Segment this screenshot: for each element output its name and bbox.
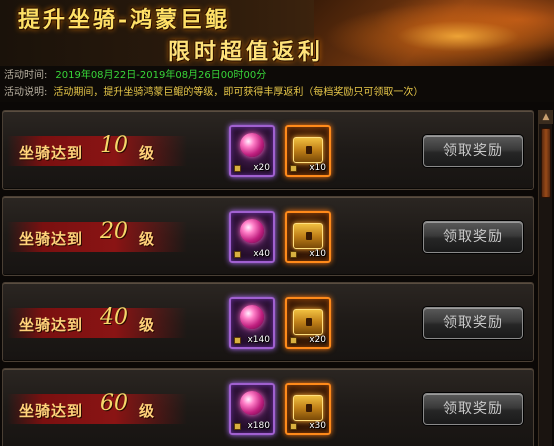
banner-title: 提升坐骑-鸿蒙巨鲲 — [18, 7, 231, 33]
claim-reward-button[interactable]: 领取奖励 — [423, 307, 523, 339]
scrollbar[interactable]: ▲ — [538, 110, 553, 446]
event-desc-row: 活动说明: 活动期间，提升坐骑鸿蒙巨鲲的等级，即可获得丰厚返利（每档奖励只可领取一… — [4, 84, 423, 101]
level-suffix: 级 — [139, 144, 155, 162]
lock-icon — [290, 423, 297, 430]
item-quantity: x30 — [309, 421, 326, 431]
event-time-value: 2019年08月22日-2019年08月26日00时00分 — [55, 70, 267, 81]
item-quantity: x40 — [253, 249, 270, 259]
event-time-row: 活动时间: 2019年08月22日-2019年08月26日00时00分 — [4, 67, 266, 84]
reward-item-chest[interactable]: x30 — [285, 383, 331, 435]
pink-orb-icon — [240, 219, 264, 243]
event-banner: 提升坐骑-鸿蒙巨鲲 限时超值返利 — [0, 0, 554, 66]
level-suffix: 级 — [139, 402, 155, 420]
reward-item-orb[interactable]: x20 — [229, 125, 275, 177]
reward-row: 坐骑达到 60 级 x180 x30 领取奖励 — [2, 368, 534, 446]
event-time-label: 活动时间: — [4, 70, 48, 81]
banner-artwork — [314, 0, 554, 66]
arrow-up-icon[interactable]: ▲ — [539, 110, 553, 124]
lock-icon — [234, 423, 241, 430]
lock-icon — [234, 165, 241, 172]
golden-chest-icon — [293, 395, 323, 421]
level-number: 20 — [100, 219, 128, 244]
reward-item-chest[interactable]: x20 — [285, 297, 331, 349]
item-quantity: x140 — [247, 335, 270, 345]
level-number: 10 — [100, 133, 128, 158]
reward-row: 坐骑达到 10 级 x20 x10 领取奖励 — [2, 110, 534, 190]
reward-item-orb[interactable]: x140 — [229, 297, 275, 349]
pink-orb-icon — [240, 391, 264, 415]
level-prefix: 坐骑达到 — [19, 316, 84, 334]
level-number: 40 — [100, 305, 128, 330]
banner-subtitle: 限时超值返利 — [168, 39, 325, 65]
golden-chest-icon — [293, 223, 323, 249]
level-suffix: 级 — [139, 316, 155, 334]
lock-icon — [290, 337, 297, 344]
scroll-thumb[interactable] — [541, 128, 551, 198]
lock-icon — [234, 337, 241, 344]
event-desc-value: 活动期间，提升坐骑鸿蒙巨鲲的等级，即可获得丰厚返利（每档奖励只可领取一次） — [53, 87, 424, 98]
event-desc-label: 活动说明: — [4, 87, 48, 98]
golden-chest-icon — [293, 309, 323, 335]
claim-reward-button[interactable]: 领取奖励 — [423, 393, 523, 425]
reward-item-chest[interactable]: x10 — [285, 125, 331, 177]
reward-item-orb[interactable]: x40 — [229, 211, 275, 263]
reward-list: 坐骑达到 10 级 x20 x10 领取奖励 坐骑达到 20 级 x40 x10 — [2, 110, 534, 446]
item-quantity: x10 — [309, 163, 326, 173]
lock-icon — [234, 251, 241, 258]
reward-item-orb[interactable]: x180 — [229, 383, 275, 435]
lock-icon — [290, 251, 297, 258]
claim-reward-button[interactable]: 领取奖励 — [423, 135, 523, 167]
reward-row: 坐骑达到 20 级 x40 x10 领取奖励 — [2, 196, 534, 276]
reward-item-chest[interactable]: x10 — [285, 211, 331, 263]
item-quantity: x20 — [253, 163, 270, 173]
golden-chest-icon — [293, 137, 323, 163]
pink-orb-icon — [240, 305, 264, 329]
lock-icon — [290, 165, 297, 172]
claim-reward-button[interactable]: 领取奖励 — [423, 221, 523, 253]
level-prefix: 坐骑达到 — [19, 144, 84, 162]
item-quantity: x20 — [309, 335, 326, 345]
event-info: 活动时间: 2019年08月22日-2019年08月26日00时00分 活动说明:… — [0, 66, 554, 102]
level-number: 60 — [100, 391, 128, 416]
item-quantity: x180 — [247, 421, 270, 431]
reward-row: 坐骑达到 40 级 x140 x20 领取奖励 — [2, 282, 534, 362]
level-prefix: 坐骑达到 — [19, 402, 84, 420]
level-prefix: 坐骑达到 — [19, 230, 84, 248]
item-quantity: x10 — [309, 249, 326, 259]
level-suffix: 级 — [139, 230, 155, 248]
pink-orb-icon — [240, 133, 264, 157]
